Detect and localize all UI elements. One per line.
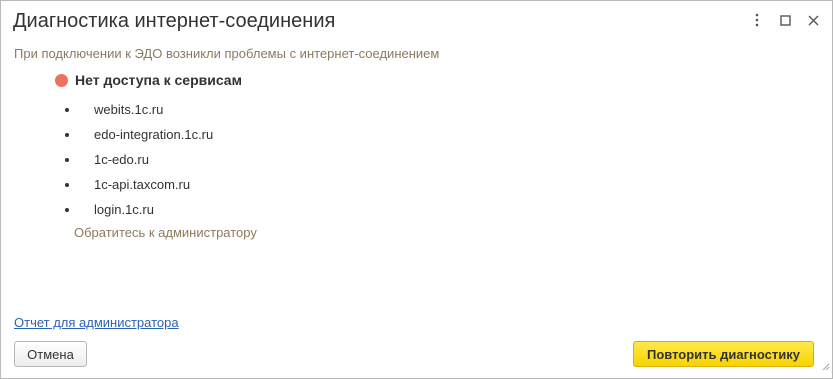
list-item: 1c-edo.ru — [65, 147, 213, 172]
more-vertical-icon — [755, 13, 759, 32]
resize-grip-icon[interactable] — [822, 358, 830, 376]
bullet-icon — [65, 208, 69, 212]
status-text: Нет доступа к сервисам — [75, 72, 242, 88]
bullet-icon — [65, 133, 69, 137]
list-item: edo-integration.1c.ru — [65, 122, 213, 147]
host-name: 1c-edo.ru — [94, 152, 149, 167]
admin-report-link[interactable]: Отчет для администратора — [14, 315, 179, 330]
more-options-button[interactable] — [746, 11, 768, 33]
list-item: 1c-api.taxcom.ru — [65, 172, 213, 197]
host-name: edo-integration.1c.ru — [94, 127, 214, 142]
cancel-button[interactable]: Отмена — [14, 341, 87, 367]
dialog-title: Диагностика интернет-соединения — [13, 10, 336, 32]
bullet-icon — [65, 183, 69, 187]
list-item: webits.1c.ru — [65, 97, 213, 122]
unreachable-hosts-list: webits.1c.ru edo-integration.1c.ru 1c-ed… — [65, 97, 213, 222]
host-name: 1c-api.taxcom.ru — [94, 177, 191, 192]
close-button[interactable] — [802, 11, 824, 33]
problem-description: При подключении к ЭДО возникли проблемы … — [14, 46, 440, 61]
bullet-icon — [65, 158, 69, 162]
retry-diagnostics-button[interactable]: Повторить диагностику — [633, 341, 814, 367]
host-name: login.1c.ru — [94, 202, 154, 217]
maximize-button[interactable] — [774, 11, 796, 33]
diagnostics-dialog: Диагностика интернет-соединения При подк… — [0, 0, 833, 379]
bullet-icon — [65, 108, 69, 112]
red-circle-icon — [55, 73, 68, 87]
status-row: Нет доступа к сервисам — [55, 72, 242, 88]
maximize-icon — [779, 13, 791, 31]
window-controls — [740, 11, 824, 33]
close-icon — [808, 13, 819, 31]
contact-admin-hint: Обратитесь к администратору — [74, 225, 257, 240]
host-name: webits.1c.ru — [94, 102, 164, 117]
list-item: login.1c.ru — [65, 197, 213, 222]
